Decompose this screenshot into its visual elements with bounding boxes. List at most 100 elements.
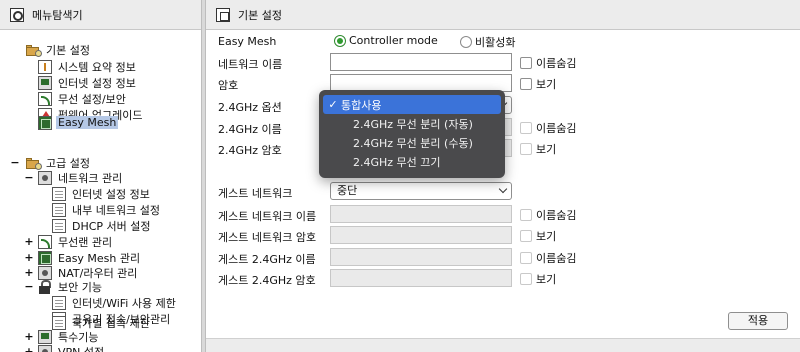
checkbox-box <box>520 273 532 285</box>
guest-network-value: 중단 <box>337 184 358 197</box>
hide-name-label: 이름숨김 <box>536 209 577 222</box>
radio-disabled-label: 비활성화 <box>475 36 516 49</box>
checkbox-box <box>520 209 532 221</box>
radio-on-icon <box>334 34 346 47</box>
tree-item-label: 시스템 요약 정보 <box>58 60 136 74</box>
dropdown-option-split-auto[interactable]: 2.4GHz 무선 분리 (자동) <box>323 114 501 133</box>
expand-vpn-toggle[interactable]: + <box>24 344 34 352</box>
tree-item-internet-info[interactable]: 인터넷 설정 정보 <box>38 75 138 90</box>
collapse-security-toggle[interactable]: − <box>24 279 34 294</box>
panel-title: 기본 설정 <box>238 8 282 22</box>
tree-basic-settings-label: 기본 설정 <box>46 43 90 57</box>
show-label: 보기 <box>536 78 557 91</box>
name24-label: 2.4GHz 이름 <box>218 123 282 136</box>
checkbox-box <box>520 78 532 90</box>
tree-item-label: DHCP 서버 설정 <box>72 219 151 233</box>
tree-item-label: Easy Mesh 관리 <box>58 251 141 265</box>
tree-network-management[interactable]: 네트워크 관리 <box>38 170 124 185</box>
tree-item-label: 무선랜 관리 <box>58 235 113 249</box>
guest-name24-label: 게스트 2.4GHz 이름 <box>218 253 316 266</box>
show-guest-pw24-checkbox[interactable]: 보기 <box>520 271 556 287</box>
option24-dropdown-menu: ✓ 통합사용 2.4GHz 무선 분리 (자동) 2.4GHz 무선 분리 (수… <box>319 90 505 178</box>
expand-mesh-toggle[interactable]: + <box>24 250 34 265</box>
guest-pw24-input[interactable] <box>330 269 512 287</box>
checkbox-box <box>520 230 532 242</box>
tree-item-label: Easy Mesh <box>56 116 119 129</box>
vpn-icon <box>38 344 52 352</box>
tree-advanced-settings[interactable]: 고급 설정 <box>26 155 92 170</box>
router-icon <box>38 265 52 280</box>
radio-disabled[interactable]: 비활성화 <box>460 34 515 50</box>
show-label: 보기 <box>536 230 557 243</box>
tree-item-label: 인터넷/WiFi 사용 제한 <box>72 296 176 310</box>
collapse-advanced-toggle[interactable]: − <box>10 155 20 170</box>
window-icon <box>216 7 230 22</box>
tree-item-usage-limit[interactable]: 인터넷/WiFi 사용 제한 <box>52 295 178 310</box>
hide-name24-checkbox[interactable]: 이름숨김 <box>520 120 576 136</box>
guest-network-select[interactable]: 중단 <box>330 182 512 200</box>
expand-wireless-toggle[interactable]: + <box>24 234 34 249</box>
radio-controller-label: Controller mode <box>349 34 438 47</box>
dropdown-option-integrated[interactable]: ✓ 통합사용 <box>323 95 501 114</box>
page-icon <box>52 218 66 233</box>
mesh-icon <box>38 250 52 265</box>
hide-name-label: 이름숨김 <box>536 57 577 70</box>
tree-security[interactable]: 보안 기능 <box>38 279 104 294</box>
tree-item-easy-mesh[interactable]: Easy Mesh <box>38 115 119 130</box>
show-password-checkbox[interactable]: 보기 <box>520 76 556 92</box>
dropdown-option-label: 2.4GHz 무선 분리 (수동) <box>353 136 473 150</box>
tree-item-wireless-security[interactable]: 무선 설정/보안 <box>38 91 128 106</box>
tree-item-label: 인터넷 설정 정보 <box>72 187 150 201</box>
guest-name24-input[interactable] <box>330 248 512 266</box>
lock-icon <box>38 279 52 294</box>
tree-special-functions[interactable]: 특수기능 <box>38 329 100 344</box>
page-icon <box>52 202 66 217</box>
basic-settings-panel: 기본 설정 Easy Mesh Controller mode 비활성화 네트워… <box>205 0 800 352</box>
guest-pw-input[interactable] <box>330 226 512 244</box>
tree-wireless-management[interactable]: 무선랜 관리 <box>38 234 114 249</box>
page-icon <box>52 186 66 201</box>
hide-guest-name24-checkbox[interactable]: 이름숨김 <box>520 250 576 266</box>
chevron-down-icon <box>498 184 508 194</box>
radio-controller-mode[interactable]: Controller mode <box>334 34 438 47</box>
search-icon <box>10 7 24 22</box>
panel-header: 기본 설정 <box>206 0 800 30</box>
tree-advanced-settings-label: 고급 설정 <box>46 156 90 170</box>
apply-button[interactable]: 적용 <box>728 312 788 330</box>
option24-label: 2.4GHz 옵션 <box>218 101 282 114</box>
radio-off-icon <box>460 36 472 48</box>
tree-vpn-settings[interactable]: VPN 설정 <box>38 344 106 352</box>
dropdown-option-off[interactable]: 2.4GHz 무선 끄기 <box>323 152 501 171</box>
hide-guest-name-checkbox[interactable]: 이름숨김 <box>520 207 576 223</box>
expand-nat-toggle[interactable]: + <box>24 265 34 280</box>
collapse-network-toggle[interactable]: − <box>24 170 34 185</box>
menu-explorer-panel: 메뉴탐색기 기본 설정 시스템 요약 정보 인터넷 설정 정보 무선 설정/보안… <box>0 0 202 352</box>
tree-item-internet-settings[interactable]: 인터넷 설정 정보 <box>52 186 152 201</box>
tree-item-internal-network[interactable]: 내부 네트워크 설정 <box>52 202 162 217</box>
dropdown-option-split-manual[interactable]: 2.4GHz 무선 분리 (수동) <box>323 133 501 152</box>
tree-easy-mesh-management[interactable]: Easy Mesh 관리 <box>38 250 142 265</box>
network-name-input[interactable] <box>330 53 512 71</box>
show-pw24-checkbox[interactable]: 보기 <box>520 141 556 157</box>
guest-pw-label: 게스트 네트워크 암호 <box>218 231 317 244</box>
page-icon <box>52 315 66 330</box>
network-icon <box>38 170 52 185</box>
hide-name-checkbox[interactable]: 이름숨김 <box>520 55 576 71</box>
checkbox-box <box>520 143 532 155</box>
show-label: 보기 <box>536 273 557 286</box>
tree-item-system-summary[interactable]: 시스템 요약 정보 <box>38 59 138 74</box>
guest-name-input[interactable] <box>330 205 512 223</box>
show-guest-pw-checkbox[interactable]: 보기 <box>520 228 556 244</box>
panel-footer <box>206 338 800 352</box>
tree-basic-settings[interactable]: 기본 설정 <box>26 42 92 57</box>
monitor-icon <box>38 75 52 90</box>
tree-item-dhcp-server[interactable]: DHCP 서버 설정 <box>52 218 153 233</box>
special-icon <box>38 329 52 344</box>
checkbox-box <box>520 57 532 69</box>
folder-gear-icon <box>26 157 42 170</box>
easy-mesh-label: Easy Mesh <box>218 35 277 48</box>
expand-special-toggle[interactable]: + <box>24 329 34 344</box>
tree-item-label: 내부 네트워크 설정 <box>72 203 160 217</box>
wifi-icon <box>38 234 52 249</box>
guest-name-label: 게스트 네트워크 이름 <box>218 210 317 223</box>
